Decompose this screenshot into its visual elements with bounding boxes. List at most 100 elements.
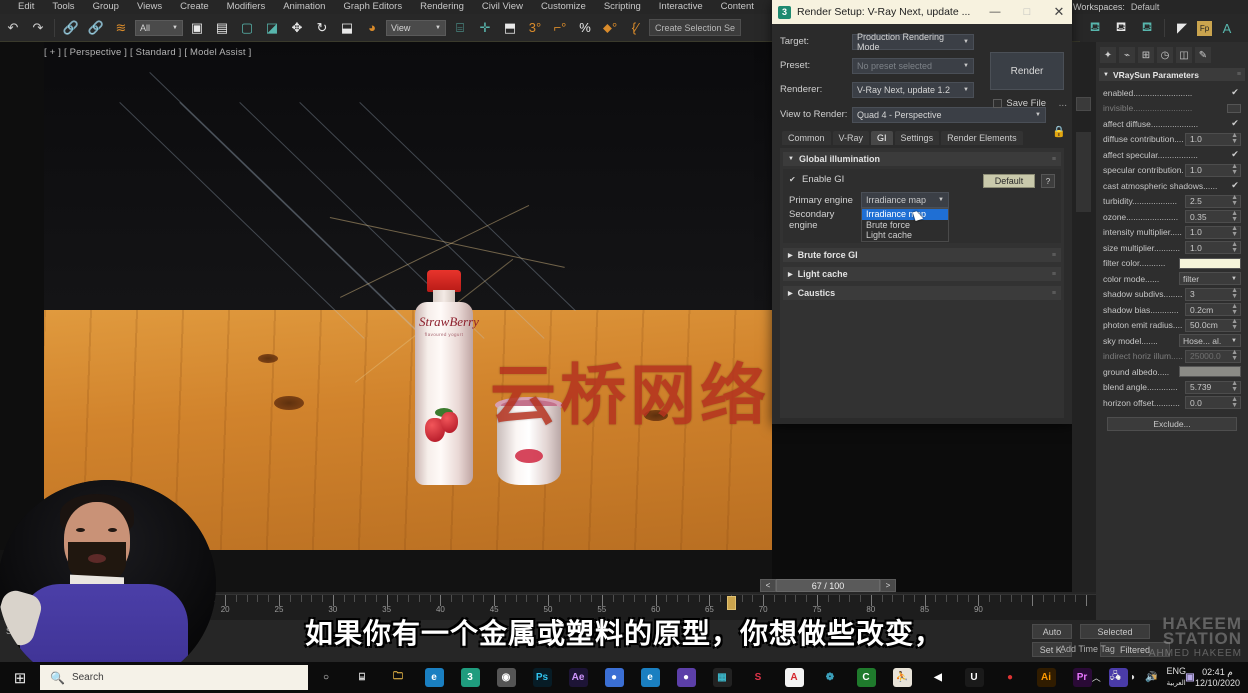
volume-icon[interactable]: 🔊 <box>1145 672 1157 683</box>
motion-tab-icon[interactable]: ◷ <box>1157 47 1173 63</box>
render-iterative-icon[interactable]: A <box>1216 17 1238 39</box>
workspaces-value[interactable]: Default <box>1131 2 1160 12</box>
frame-display[interactable]: 67 / 100 <box>776 579 880 592</box>
prev-frame-button[interactable]: < <box>760 579 776 592</box>
ozone-spinner[interactable]: 0.35 ▲ ▼ <box>1185 210 1241 224</box>
tab-settings[interactable]: Settings <box>894 131 940 145</box>
unreal-icon[interactable]: U <box>956 662 992 693</box>
spinner-arrows-icon[interactable]: ▲ ▼ <box>1231 194 1238 207</box>
menu-item-scripting[interactable]: Scripting <box>595 0 650 14</box>
photon-emit-radius-spinner[interactable]: 50.0cm ▲ ▼ <box>1185 318 1241 332</box>
select-and-move-icon[interactable]: ✥ <box>286 17 308 39</box>
select-and-place-icon[interactable]: ◕ <box>361 17 383 39</box>
santa-icon[interactable]: ● <box>992 662 1028 693</box>
brute-force-gi-rollout-header[interactable]: ▶ Brute force GI ≡ <box>783 248 1061 262</box>
aftereffects-icon[interactable]: Ae <box>560 662 596 693</box>
tab-vray[interactable]: V-Ray <box>832 131 870 145</box>
render-frame-window-icon[interactable]: ◤ <box>1171 17 1193 39</box>
horizon-offset-spinner[interactable]: 0.0 ▲ ▼ <box>1185 396 1241 410</box>
angle-snap-toggle-icon[interactable]: 3° <box>524 17 546 39</box>
edge-icon[interactable]: e <box>416 662 452 693</box>
create-tab-icon[interactable]: ✦ <box>1100 47 1116 63</box>
render-setup-window[interactable]: 3 Render Setup: V-Ray Next, update ... —… <box>772 0 1072 424</box>
calculator-icon[interactable]: ▦ <box>704 662 740 693</box>
renderer-combo[interactable]: V-Ray Next, update 1.2 ▼ <box>852 81 974 98</box>
color-mode-combo[interactable]: filter ▼ <box>1179 272 1241 286</box>
scrollbar-thumb[interactable] <box>1076 132 1091 212</box>
material-editor-icon[interactable]: ⛾ <box>1084 17 1106 39</box>
render-production-icon[interactable]: Fp <box>1197 20 1212 36</box>
dropdown-option-irradiance-map[interactable]: Irradiance map <box>862 209 948 220</box>
select-by-name-icon[interactable]: ▤ <box>211 17 233 39</box>
yogurt-cup-object[interactable] <box>495 397 563 485</box>
param-row-enabled[interactable]: enabled......................... ✔ <box>1103 85 1241 101</box>
redo-icon[interactable]: ↷ <box>27 17 49 39</box>
primary-engine-combo[interactable]: Irradiance map ▼ <box>861 192 949 208</box>
spinner-arrows-icon[interactable]: ▲ ▼ <box>1231 303 1238 316</box>
param-row-diffuse-contribution[interactable]: diffuse contribution.... 1.0 ▲ ▼ <box>1103 132 1241 148</box>
close-button[interactable]: ✕ <box>1046 0 1072 24</box>
size-multiplier-spinner[interactable]: 1.0 ▲ ▼ <box>1185 241 1241 255</box>
edit-named-selection-icon[interactable]: ⬥° <box>599 17 621 39</box>
windows-start-icon[interactable]: ⊞ <box>0 662 40 693</box>
spinner-arrows-icon[interactable]: ▲ ▼ <box>1231 380 1238 393</box>
ground-albedo-swatch[interactable] <box>1179 366 1241 378</box>
global-illumination-rollout-header[interactable]: ▼ Global illumination ≡ <box>783 152 1061 166</box>
select-and-rotate-icon[interactable]: ↻ <box>311 17 333 39</box>
spinner-arrows-icon[interactable]: ▲ ▼ <box>1231 225 1238 238</box>
yogurt-bottle-object[interactable]: StrawBerry flavoured yogurt <box>413 270 479 485</box>
menu-item-civil-view[interactable]: Civil View <box>473 0 532 14</box>
utilities-tab-icon[interactable]: ✎ <box>1195 47 1211 63</box>
param-row-turbidity[interactable]: turbidity................... 2.5 ▲ ▼ <box>1103 194 1241 210</box>
use-pivot-point-center-icon[interactable]: ⌸ <box>449 17 471 39</box>
edge-icon-2[interactable]: e <box>632 662 668 693</box>
save-file-checkbox[interactable] <box>993 99 1003 108</box>
mirror-icon[interactable]: {⁄ <box>624 17 646 39</box>
select-and-manipulate-icon[interactable]: ✛ <box>474 17 496 39</box>
gi-help-button[interactable]: ? <box>1041 174 1055 188</box>
zbrush-icon[interactable]: ⛹ <box>884 662 920 693</box>
material-editor-compact-icon[interactable]: ⛾ <box>1110 17 1132 39</box>
undo-icon[interactable]: ↶ <box>2 17 24 39</box>
hierarchy-tab-icon[interactable]: ⊞ <box>1138 47 1154 63</box>
shadow-bias-spinner[interactable]: 0.2cm ▲ ▼ <box>1185 303 1241 317</box>
illustrator-icon[interactable]: Ai <box>1028 662 1064 693</box>
lock-view-icon[interactable]: 🔒 <box>1052 123 1066 139</box>
render-button[interactable]: Render <box>990 52 1064 90</box>
param-row-shadow-subdivs[interactable]: shadow subdivs........ 3 ▲ ▼ <box>1103 287 1241 303</box>
marmoset-icon[interactable]: ◀ <box>920 662 956 693</box>
menu-item-graph-editors[interactable]: Graph Editors <box>334 0 411 14</box>
photoshop-icon[interactable]: Ps <box>524 662 560 693</box>
param-row-ozone[interactable]: ozone...................... 0.35 ▲ ▼ <box>1103 209 1241 225</box>
cast-atmospheric-shadows-checkbox[interactable]: ✔ <box>1229 180 1241 191</box>
auto-key-button[interactable]: Auto <box>1032 624 1072 639</box>
vraysun-parameters-header[interactable]: ▼ VRaySun Parameters ≡ <box>1099 68 1245 81</box>
param-row-filter-color[interactable]: filter color........... <box>1103 256 1241 272</box>
caustics-rollout-header[interactable]: ▶ Caustics ≡ <box>783 286 1061 300</box>
target-combo[interactable]: Production Rendering Mode ▼ <box>852 32 974 52</box>
menu-item-interactive[interactable]: Interactive <box>650 0 712 14</box>
maximize-button[interactable]: □ <box>1014 0 1040 24</box>
file-explorer-icon[interactable]: 🗀 <box>380 662 416 693</box>
spinner-arrows-icon[interactable]: ▲ ▼ <box>1231 132 1238 145</box>
menu-item-content[interactable]: Content <box>712 0 763 14</box>
cortana-icon[interactable]: ○ <box>308 662 344 693</box>
menu-item-views[interactable]: Views <box>128 0 171 14</box>
create-selection-set-input[interactable]: Create Selection Se <box>649 19 742 36</box>
network-icon[interactable]: 🖧 <box>1110 669 1121 686</box>
menu-item-customize[interactable]: Customize <box>532 0 595 14</box>
selected-filter-button[interactable]: Selected <box>1080 624 1150 639</box>
clock[interactable]: م 02:41 12/10/2020 <box>1195 667 1240 689</box>
blend-angle-spinner[interactable]: 5.739 ▲ ▼ <box>1185 380 1241 394</box>
affect-specular-checkbox[interactable]: ✔ <box>1229 149 1241 160</box>
menu-item-edit[interactable]: Edit <box>0 0 43 14</box>
dropdown-option-brute-force[interactable]: Brute force <box>862 220 948 231</box>
enabled-checkbox[interactable]: ✔ <box>1229 87 1241 98</box>
param-row-specular-contribution[interactable]: specular contribution. 1.0 ▲ ▼ <box>1103 163 1241 179</box>
window-crossing-icon[interactable]: ◪ <box>261 17 283 39</box>
selection-filter-combo[interactable]: All ▼ <box>135 19 183 36</box>
preset-combo[interactable]: No preset selected ▼ <box>852 57 974 74</box>
snaps-toggle-icon[interactable]: ⬒ <box>499 17 521 39</box>
spinner-arrows-icon[interactable]: ▲ ▼ <box>1231 396 1238 409</box>
substance-icon[interactable]: ◉ <box>488 662 524 693</box>
